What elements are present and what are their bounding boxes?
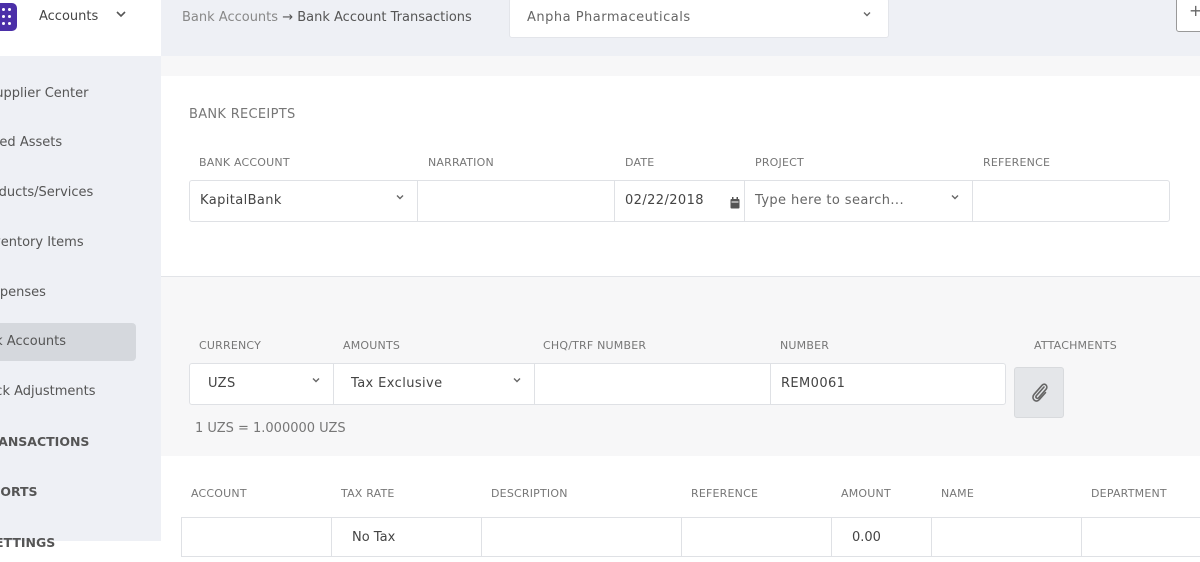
company-select[interactable]: Anpha Pharmaceuticals — [509, 0, 889, 38]
chevron-down-icon — [862, 9, 872, 22]
apps-grid-icon — [0, 3, 17, 31]
date-input[interactable]: 02/22/2018 — [615, 181, 745, 221]
reference-input[interactable] — [973, 181, 1169, 221]
line-amount-value: 0.00 — [852, 530, 881, 545]
chevron-down-icon — [115, 8, 127, 23]
chevron-down-icon — [395, 192, 405, 205]
line-header-name: NAME — [941, 487, 974, 500]
app-title: Accounts — [39, 9, 99, 24]
number-input[interactable]: REM0061 — [771, 364, 1005, 404]
breadcrumb-separator: → — [282, 10, 294, 25]
number-value: REM0061 — [781, 376, 846, 391]
breadcrumb-current: Bank Account Transactions — [297, 10, 472, 25]
line-description-cell[interactable] — [482, 518, 682, 556]
currency-select[interactable]: UZS — [190, 364, 334, 404]
add-button[interactable]: + — [1176, 0, 1200, 32]
column-label-date: DATE — [625, 156, 655, 169]
breadcrumb-parent[interactable]: Bank Accounts — [182, 10, 278, 25]
chevron-down-icon — [512, 375, 522, 388]
sidebar-item-fixed-assets[interactable]: Fixed Assets — [0, 124, 136, 162]
column-label-currency: CURRENCY — [199, 339, 262, 352]
amounts-select[interactable]: Tax Exclusive — [334, 364, 535, 404]
project-search-select[interactable]: Type here to search... — [745, 181, 973, 221]
sidebar-section-label: TRANSACTIONS — [0, 434, 90, 449]
bank-account-value: KapitalBank — [200, 193, 282, 208]
sidebar-section-transactions[interactable]: TRANSACTIONS — [0, 423, 136, 461]
line-header-tax-rate: TAX RATE — [341, 487, 395, 500]
sidebar-section-reports[interactable]: REPORTS — [0, 473, 136, 511]
column-label-project: PROJECT — [755, 156, 804, 169]
narration-input[interactable] — [418, 181, 615, 221]
chq-number-input[interactable] — [535, 364, 771, 404]
line-amount-cell[interactable]: 0.00 — [832, 518, 932, 556]
line-header-reference: REFERENCE — [691, 487, 759, 500]
column-label-attachments: ATTACHMENTS — [1034, 339, 1117, 352]
receipt-fields-row: KapitalBank 02/22/2018 Type here to sear… — [189, 180, 1170, 222]
details-fields-row: UZS Tax Exclusive REM0061 — [189, 363, 1006, 405]
chevron-down-icon — [311, 375, 321, 388]
sidebar-item-inventory-items[interactable]: Inventory Items — [0, 224, 136, 262]
line-header-amount: AMOUNT — [841, 487, 891, 500]
line-header-department: DEPARTMENT — [1091, 487, 1167, 500]
line-tax-rate-cell[interactable]: No Tax — [332, 518, 482, 556]
bank-account-select[interactable]: KapitalBank — [190, 181, 418, 221]
sidebar-section-label: SETTINGS — [0, 535, 56, 550]
line-header-description: DESCRIPTION — [491, 487, 568, 500]
exchange-rate-note: 1 UZS = 1.000000 UZS — [195, 421, 346, 436]
column-label-narration: NARRATION — [428, 156, 494, 169]
sidebar-item-label: Inventory Items — [0, 235, 84, 250]
line-account-cell[interactable] — [182, 518, 332, 556]
sidebar: Supplier Center Fixed Assets Products/Se… — [0, 56, 161, 550]
sidebar-item-expenses[interactable]: Expenses — [0, 274, 136, 312]
sidebar-item-bank-accounts[interactable]: Bank Accounts — [0, 323, 136, 361]
column-label-reference: REFERENCE — [983, 156, 1051, 169]
date-value: 02/22/2018 — [625, 193, 704, 208]
chevron-down-icon — [950, 192, 960, 205]
bank-receipts-panel — [161, 76, 1200, 277]
plus-icon: + — [1189, 1, 1200, 20]
sidebar-section-label: REPORTS — [0, 484, 38, 499]
paperclip-icon — [1029, 381, 1051, 409]
sidebar-item-label: Products/Services — [0, 185, 94, 200]
attachment-button[interactable] — [1014, 367, 1064, 418]
line-name-cell[interactable] — [932, 518, 1082, 556]
sidebar-item-stock-adjustments[interactable]: Stock Adjustments — [0, 373, 136, 411]
currency-value: UZS — [208, 376, 236, 391]
line-tax-rate-value: No Tax — [352, 530, 396, 545]
column-label-chq-number: CHQ/TRF NUMBER — [543, 339, 647, 352]
sidebar-item-label: Expenses — [0, 285, 46, 300]
sidebar-item-label: Supplier Center — [0, 86, 89, 101]
sidebar-item-supplier-center[interactable]: Supplier Center — [0, 75, 136, 113]
breadcrumb: Bank Accounts → Bank Account Transaction… — [182, 10, 472, 25]
calendar-icon[interactable] — [730, 194, 740, 213]
section-title: BANK RECEIPTS — [189, 107, 296, 122]
project-placeholder: Type here to search... — [755, 193, 904, 208]
line-header-account: ACCOUNT — [191, 487, 247, 500]
app-switcher[interactable]: Accounts — [0, 0, 161, 56]
table-row: No Tax 0.00 — [181, 517, 1200, 557]
sidebar-item-label: Stock Adjustments — [0, 384, 96, 399]
sidebar-section-settings[interactable]: SETTINGS — [0, 524, 136, 562]
sidebar-item-label: Fixed Assets — [0, 135, 63, 150]
amounts-value: Tax Exclusive — [351, 376, 443, 391]
line-department-cell[interactable] — [1082, 518, 1200, 556]
column-label-amounts: AMOUNTS — [343, 339, 401, 352]
column-label-bank-account: BANK ACCOUNT — [199, 156, 290, 169]
column-label-number: NUMBER — [780, 339, 830, 352]
company-select-value: Anpha Pharmaceuticals — [527, 10, 691, 25]
sidebar-item-products-services[interactable]: Products/Services — [0, 174, 136, 212]
sidebar-item-label: Bank Accounts — [0, 334, 67, 349]
line-reference-cell[interactable] — [682, 518, 832, 556]
